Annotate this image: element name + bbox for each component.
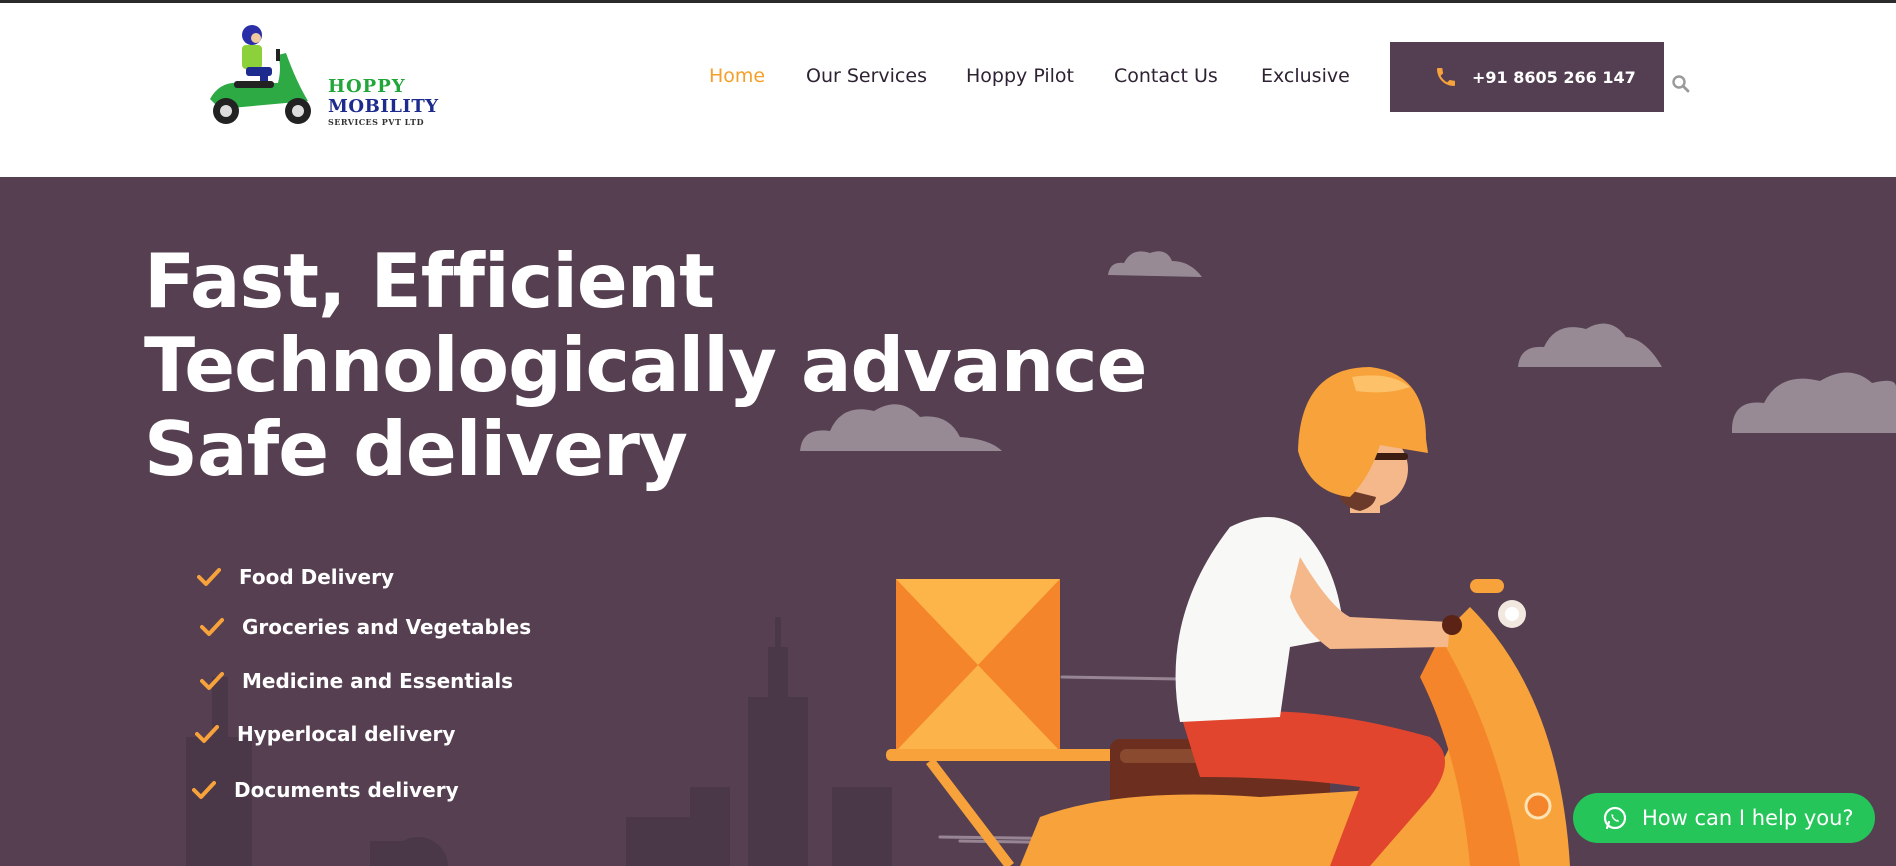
headline-line-1: Fast, Efficient <box>144 237 715 325</box>
hero-banner: Fast, Efficient Technologically advance … <box>0 177 1896 866</box>
list-item: Medicine and Essentials <box>200 669 513 693</box>
feature-label: Hyperlocal delivery <box>237 722 456 746</box>
brand-name-line3: SERVICES PVT LTD <box>328 117 425 127</box>
list-item: Food Delivery <box>197 565 394 589</box>
feature-label: Documents delivery <box>234 778 459 802</box>
list-item: Hyperlocal delivery <box>195 722 455 746</box>
site-header: HOPPY MOBILITY SERVICES PVT LTD Home Our… <box>0 3 1896 139</box>
whatsapp-label: How can I help you? <box>1642 806 1854 830</box>
phone-number: +91 8605 266 147 <box>1472 67 1636 87</box>
brand-name-line2: MOBILITY <box>328 96 439 117</box>
check-icon <box>200 672 224 690</box>
nav-item-contact-us[interactable]: Contact Us <box>1114 65 1218 87</box>
phone-button[interactable]: +91 8605 266 147 <box>1390 42 1664 112</box>
check-icon <box>192 781 216 799</box>
whatsapp-chat-button[interactable]: How can I help you? <box>1573 793 1875 843</box>
headline-line-2: Technologically advance <box>144 321 1147 409</box>
brand-name-line1: HOPPY <box>328 76 406 97</box>
list-item: Documents delivery <box>192 778 459 802</box>
search-icon[interactable] <box>1671 74 1691 98</box>
feature-label: Groceries and Vegetables <box>242 615 532 639</box>
hero-headline: Fast, Efficient Technologically advance … <box>144 237 1147 493</box>
nav-item-hoppy-pilot[interactable]: Hoppy Pilot <box>966 65 1074 87</box>
phone-icon <box>1437 68 1455 86</box>
feature-label: Medicine and Essentials <box>242 669 514 693</box>
check-icon <box>195 725 219 743</box>
nav-item-our-services[interactable]: Our Services <box>806 65 927 87</box>
nav-item-exclusive[interactable]: Exclusive <box>1261 65 1350 87</box>
brand-logo[interactable]: HOPPY MOBILITY SERVICES PVT LTD <box>200 21 440 133</box>
list-item: Groceries and Vegetables <box>200 615 531 639</box>
feature-label: Food Delivery <box>239 565 394 589</box>
check-icon <box>197 568 221 586</box>
check-icon <box>200 618 224 636</box>
nav-item-home[interactable]: Home <box>709 65 765 87</box>
whatsapp-icon <box>1603 806 1627 830</box>
headline-line-3: Safe delivery <box>144 405 688 493</box>
header-spacer <box>0 139 1896 177</box>
